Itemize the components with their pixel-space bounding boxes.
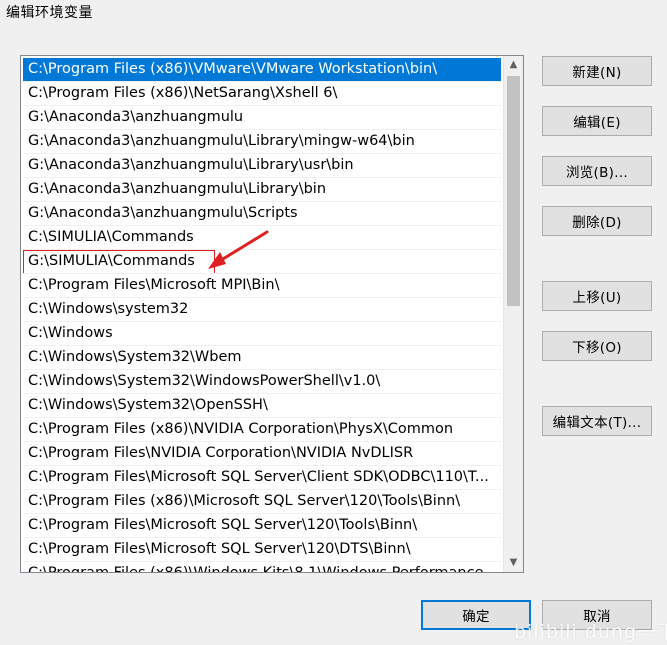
path-list-item[interactable]: C:\SIMULIA\Commands [23,226,501,250]
watermark: bilibili dung一下 [514,621,667,643]
path-list-item[interactable]: G:\Anaconda3\anzhuangmulu\Library\bin [23,178,501,202]
new-button[interactable]: 新建(N) [542,56,652,86]
path-list-item[interactable]: G:\Anaconda3\anzhuangmulu\Scripts [23,202,501,226]
path-list-item[interactable]: C:\Program Files\NVIDIA Corporation\NVID… [23,442,501,466]
path-list-item[interactable]: C:\Windows\System32\Wbem [23,346,501,370]
path-list-item[interactable]: C:\Program Files (x86)\Windows Kits\8.1\… [23,562,501,572]
path-list-item[interactable]: C:\Windows\System32\OpenSSH\ [23,394,501,418]
path-list-item[interactable]: C:\Program Files (x86)\NVIDIA Corporatio… [23,418,501,442]
edit-text-button[interactable]: 编辑文本(T)... [542,406,652,436]
path-list-item[interactable]: C:\Windows [23,322,501,346]
chevron-up-icon[interactable]: ▲ [504,56,523,74]
chevron-down-icon[interactable]: ▼ [504,554,523,572]
delete-button[interactable]: 删除(D) [542,206,652,236]
path-list-item[interactable]: C:\Program Files\Microsoft SQL Server\Cl… [23,466,501,490]
path-list-item[interactable]: G:\Anaconda3\anzhuangmulu [23,106,501,130]
path-list-item[interactable]: G:\Anaconda3\anzhuangmulu\Library\usr\bi… [23,154,501,178]
path-list-rows: C:\Program Files (x86)\VMware\VMware Wor… [23,58,501,572]
path-list-item[interactable]: C:\Program Files\Microsoft MPI\Bin\ [23,274,501,298]
vertical-scrollbar[interactable]: ▲ ▼ [503,56,523,572]
window-title: 编辑环境变量 [6,5,93,21]
path-list[interactable]: C:\Program Files (x86)\VMware\VMware Wor… [20,55,524,573]
path-list-item[interactable]: C:\Program Files\Microsoft SQL Server\12… [23,514,501,538]
path-list-item[interactable]: C:\Program Files (x86)\NetSarang\Xshell … [23,82,501,106]
edit-button[interactable]: 编辑(E) [542,106,652,136]
path-list-item[interactable]: G:\SIMULIA\Commands [23,250,501,274]
path-list-item[interactable]: C:\Program Files (x86)\Microsoft SQL Ser… [23,490,501,514]
browse-button[interactable]: 浏览(B)... [542,156,652,186]
path-list-item[interactable]: C:\Program Files\Microsoft SQL Server\12… [23,538,501,562]
scrollbar-thumb[interactable] [507,76,520,306]
path-list-item[interactable]: C:\Windows\system32 [23,298,501,322]
path-list-item[interactable]: C:\Windows\System32\WindowsPowerShell\v1… [23,370,501,394]
move-up-button[interactable]: 上移(U) [542,281,652,311]
path-list-item[interactable]: C:\Program Files (x86)\VMware\VMware Wor… [23,58,501,82]
path-list-item[interactable]: G:\Anaconda3\anzhuangmulu\Library\mingw-… [23,130,501,154]
move-down-button[interactable]: 下移(O) [542,331,652,361]
